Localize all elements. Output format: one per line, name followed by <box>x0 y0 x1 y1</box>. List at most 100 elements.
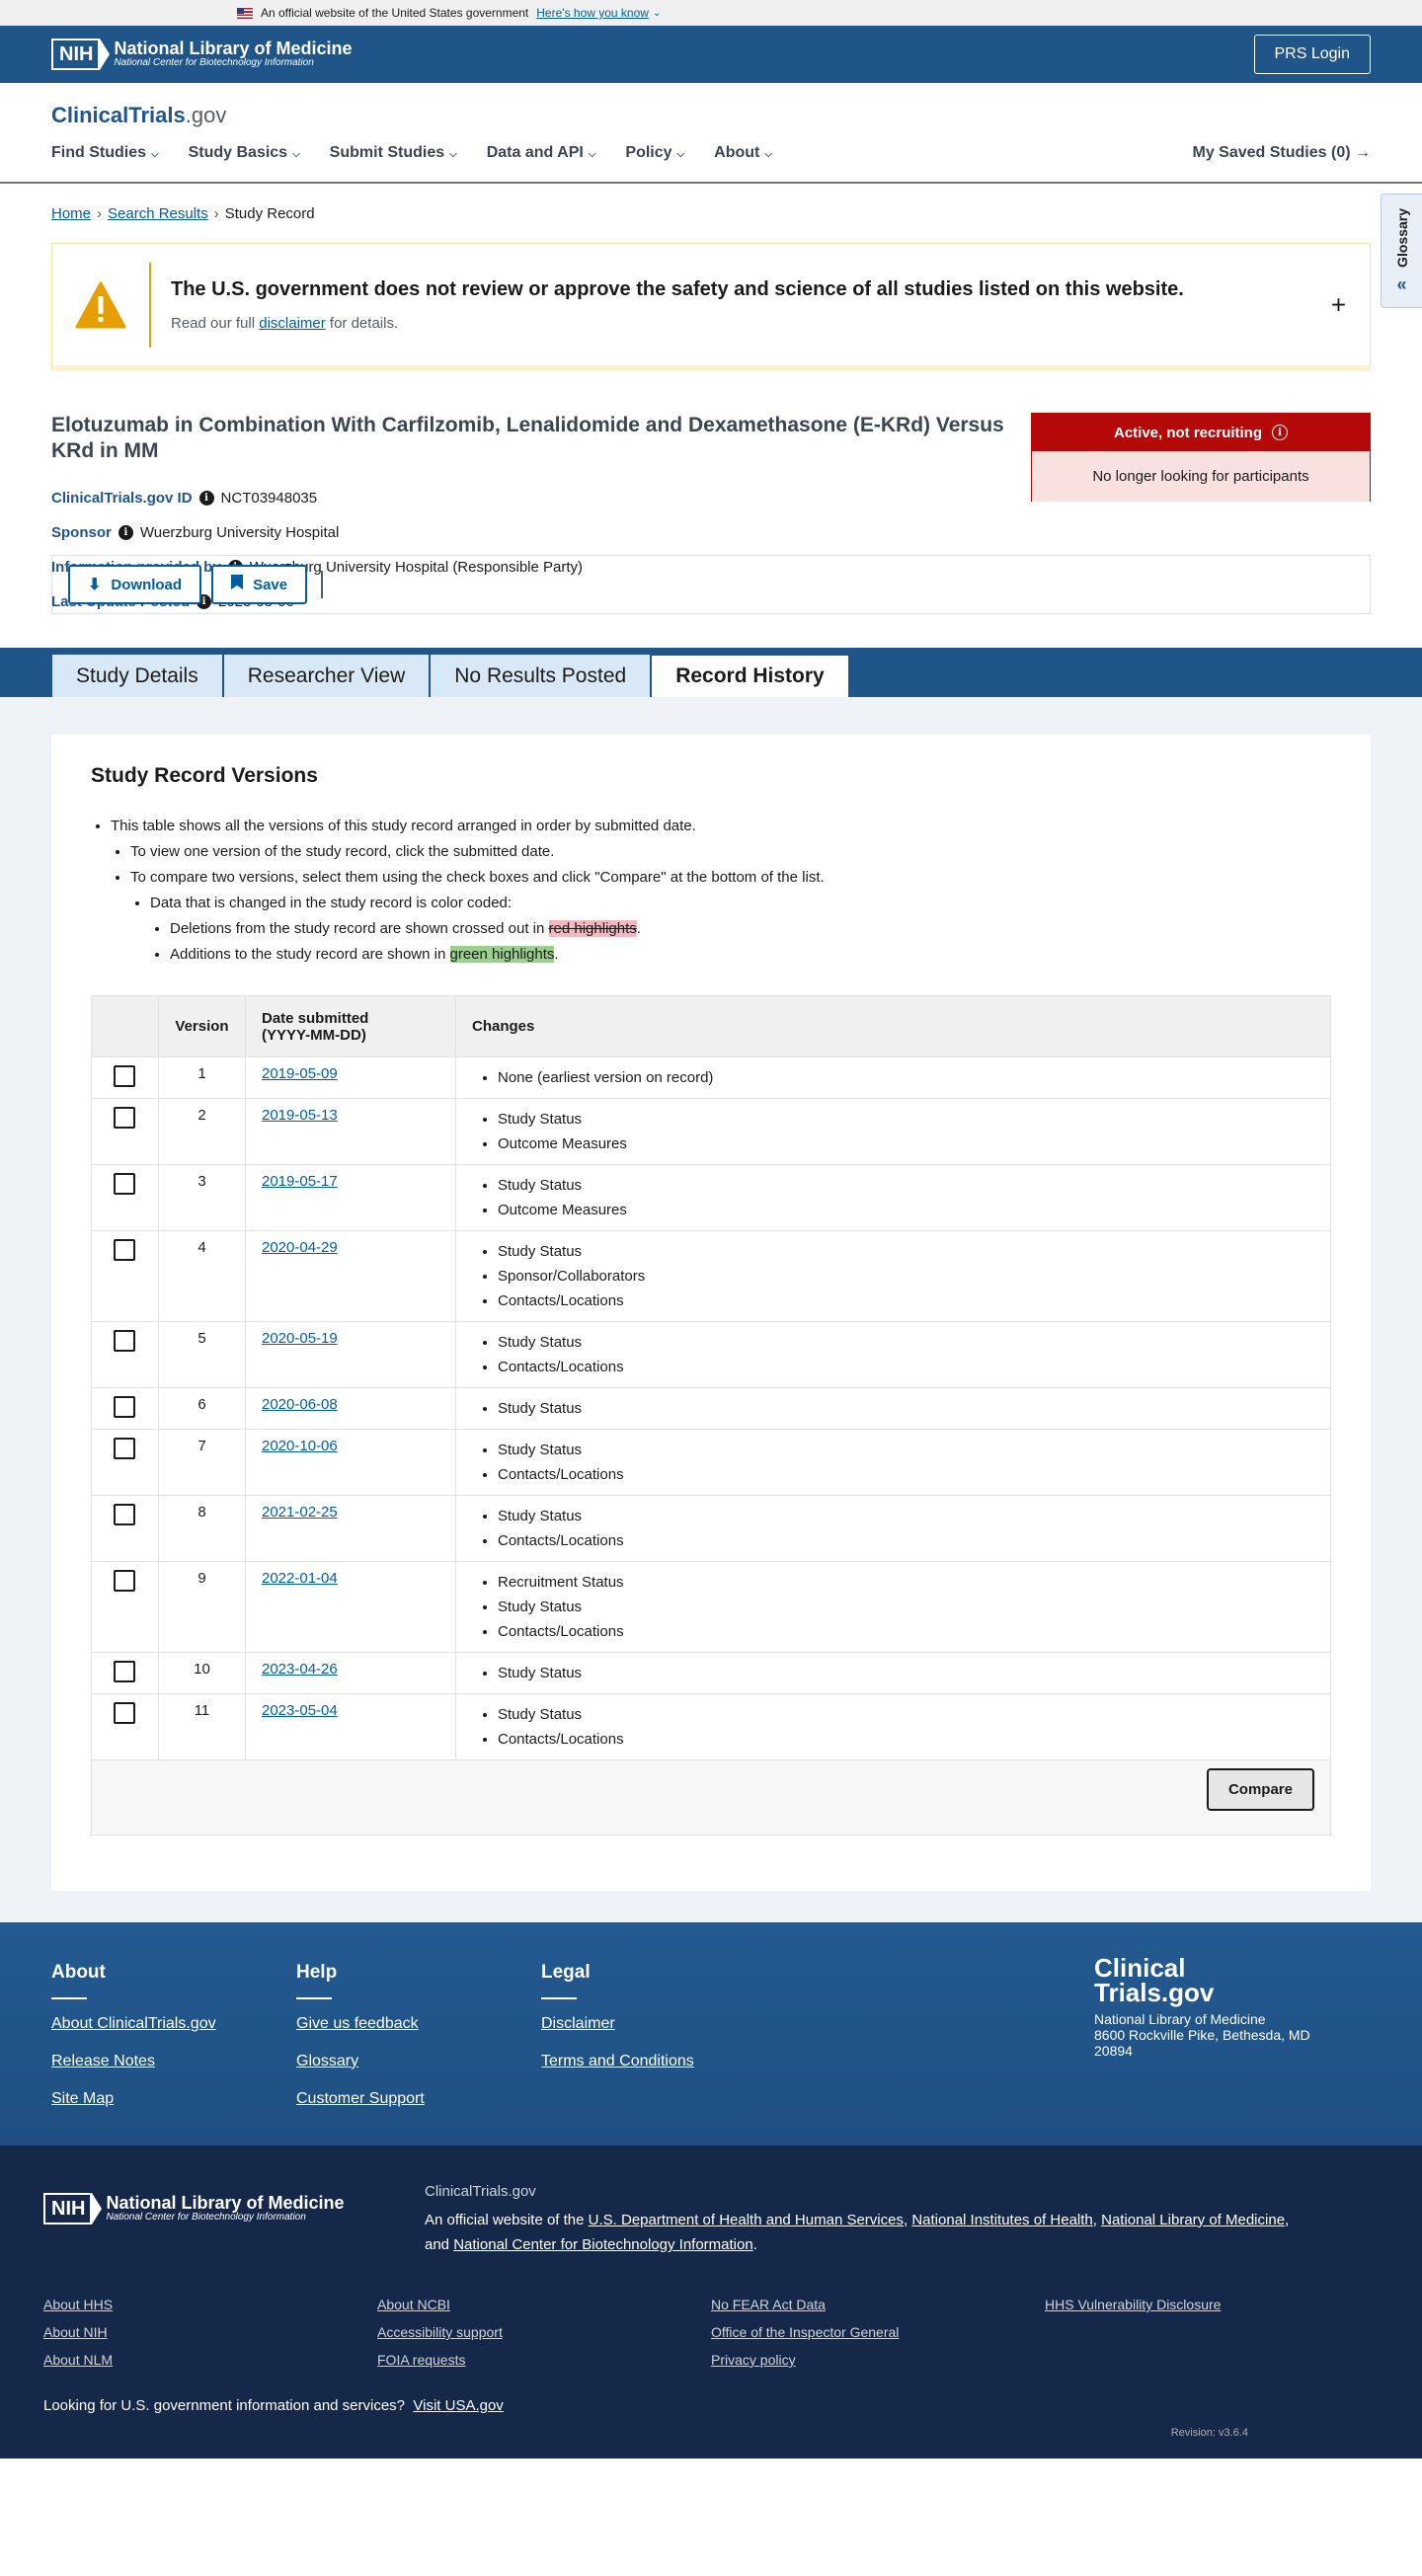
instruction-item: Additions to the study record are shown … <box>170 942 1331 968</box>
version-date-link[interactable]: 2020-04-29 <box>262 1239 338 1256</box>
table-row: 7 2020-10-06 Study StatusContacts/Location… <box>91 1429 1331 1496</box>
change-item: Study Status <box>498 1595 1314 1619</box>
tab-researcher-view[interactable]: Researcher View <box>222 654 431 697</box>
footer-link-site-map[interactable]: Site Map <box>51 2090 296 2108</box>
expand-plus-icon[interactable]: + <box>1331 289 1346 320</box>
version-date-link[interactable]: 2020-06-08 <box>262 1396 338 1413</box>
version-checkbox[interactable] <box>114 1065 135 1087</box>
table-row: 8 2021-02-25 Study StatusContacts/Location… <box>91 1495 1331 1562</box>
ncbi-subtitle: National Center for Biotechnology Inform… <box>114 57 314 68</box>
accessibility-link[interactable]: Accessibility support <box>377 2324 711 2340</box>
status-subtext: No longer looking for participants <box>1032 451 1370 502</box>
nav-data-and-api[interactable]: Data and API ⌵ <box>487 144 596 162</box>
version-date-link[interactable]: 2022-01-04 <box>262 1570 338 1587</box>
disclaimer-link[interactable]: disclaimer <box>259 315 326 332</box>
my-saved-studies-link[interactable]: My Saved Studies (0) → <box>1193 144 1372 162</box>
footer-link-terms[interactable]: Terms and Conditions <box>541 2053 786 2070</box>
save-button[interactable]: Save <box>211 565 308 604</box>
footer-official-text: An official website of the U.S. Departme… <box>425 2212 1290 2253</box>
info-icon[interactable]: i <box>198 491 214 506</box>
foia-link[interactable]: FOIA requests <box>377 2352 711 2368</box>
tab-no-results-posted[interactable]: No Results Posted <box>430 654 652 697</box>
instruction-item: This table shows all the versions of thi… <box>111 814 1331 968</box>
nih-link[interactable]: National Institutes of Health <box>911 2212 1092 2228</box>
version-date-link[interactable]: 2019-05-09 <box>262 1065 338 1082</box>
footer-link-feedback[interactable]: Give us feedback <box>296 2015 541 2033</box>
version-checkbox[interactable] <box>114 1570 135 1592</box>
clinicaltrials-logo[interactable]: ClinicalTrials.gov <box>51 83 1371 144</box>
logo-suffix: .gov <box>185 103 227 127</box>
nih-logo-box: NIH <box>43 2193 104 2225</box>
table-row: 10 2023-04-26 Study Status <box>91 1652 1331 1694</box>
nav-submit-studies[interactable]: Submit Studies ⌵ <box>330 144 457 162</box>
about-ncbi-link[interactable]: About NCBI <box>377 2297 711 2312</box>
version-date-link[interactable]: 2020-10-06 <box>262 1438 338 1454</box>
hhs-link[interactable]: U.S. Department of Health and Human Serv… <box>589 2212 904 2228</box>
gov-banner: An official website of the United States… <box>0 0 1422 26</box>
version-checkbox[interactable] <box>114 1396 135 1418</box>
breadcrumb-search-results[interactable]: Search Results <box>108 205 208 222</box>
about-nlm-link[interactable]: About NLM <box>43 2352 377 2368</box>
tab-study-details[interactable]: Study Details <box>51 654 223 697</box>
chevron-right-icon: › <box>213 205 219 222</box>
inspector-general-link[interactable]: Office of the Inspector General <box>711 2324 1045 2340</box>
changes-list: Recruitment StatusStudy StatusContacts/L… <box>472 1570 1314 1644</box>
info-icon[interactable]: i <box>118 525 133 540</box>
sponsor-row: Sponsor i Wuerzburg University Hospital <box>51 524 1019 541</box>
about-nih-link[interactable]: About NIH <box>43 2324 377 2340</box>
footer-about-col: About About ClinicalTrials.gov Release N… <box>51 1962 296 2146</box>
no-fear-link[interactable]: No FEAR Act Data <box>711 2297 1045 2312</box>
version-date-link[interactable]: 2023-05-04 <box>262 1702 338 1719</box>
nlm-link[interactable]: National Library of Medicine <box>1101 2212 1285 2228</box>
usa-gov-row: Looking for U.S. government information … <box>43 2397 504 2414</box>
version-checkbox[interactable] <box>114 1504 135 1525</box>
version-number: 8 <box>158 1495 246 1562</box>
nct-id-label: ClinicalTrials.gov ID <box>51 490 193 507</box>
info-icon[interactable]: i <box>1272 425 1289 440</box>
version-date-link[interactable]: 2021-02-25 <box>262 1504 338 1521</box>
about-hhs-link[interactable]: About HHS <box>43 2297 377 2312</box>
version-checkbox[interactable] <box>114 1173 135 1195</box>
footer-brand-line2: Trials.gov <box>1094 1978 1215 2007</box>
change-item: None (earliest version on record) <box>498 1065 1314 1090</box>
breadcrumb-home[interactable]: Home <box>51 205 91 222</box>
heres-how-you-know-link[interactable]: Here's how you know <box>536 6 649 20</box>
usa-gov-link[interactable]: Visit USA.gov <box>413 2397 503 2414</box>
prs-login-button[interactable]: PRS Login <box>1253 35 1371 74</box>
version-date-link[interactable]: 2019-05-17 <box>262 1173 338 1190</box>
version-date-link[interactable]: 2023-04-26 <box>262 1661 338 1678</box>
version-date-link[interactable]: 2020-05-19 <box>262 1330 338 1347</box>
version-checkbox[interactable] <box>114 1438 135 1459</box>
version-checkbox[interactable] <box>114 1330 135 1352</box>
nih-logo[interactable]: NIH National Library of Medicine Nationa… <box>51 39 353 70</box>
nav-study-basics[interactable]: Study Basics ⌵ <box>189 144 300 162</box>
nav-find-studies[interactable]: Find Studies ⌵ <box>51 144 159 162</box>
instruction-item: To compare two versions, select them usi… <box>130 865 1331 968</box>
chevron-down-icon: ⌵ <box>676 149 685 160</box>
change-item: Study Status <box>498 1330 1314 1355</box>
compare-button[interactable]: Compare <box>1206 1768 1314 1811</box>
vulnerability-link[interactable]: HHS Vulnerability Disclosure <box>1045 2297 1379 2312</box>
ncbi-link[interactable]: National Center for Biotechnology Inform… <box>453 2236 753 2253</box>
privacy-link[interactable]: Privacy policy <box>711 2352 1045 2368</box>
footer-link-release-notes[interactable]: Release Notes <box>51 2053 296 2070</box>
nav-about[interactable]: About ⌵ <box>714 144 772 162</box>
footer-link-about-ct[interactable]: About ClinicalTrials.gov <box>51 2015 296 2033</box>
glossary-tab[interactable]: Glossary « <box>1381 194 1422 308</box>
version-date-link[interactable]: 2019-05-13 <box>262 1107 338 1124</box>
nav-policy[interactable]: Policy ⌵ <box>625 144 684 162</box>
version-number: 4 <box>158 1230 246 1322</box>
version-checkbox[interactable] <box>114 1107 135 1129</box>
header-version: Version <box>158 995 246 1057</box>
version-checkbox[interactable] <box>114 1702 135 1724</box>
table-row: 4 2020-04-29 Study StatusSponsor/Collabora… <box>91 1230 1331 1322</box>
alert-title: The U.S. government does not review or a… <box>171 277 1184 300</box>
version-checkbox[interactable] <box>114 1661 135 1682</box>
footer-link-support[interactable]: Customer Support <box>296 2090 541 2108</box>
version-checkbox[interactable] <box>114 1239 135 1261</box>
footer-nih-logo[interactable]: NIH National Library of Medicine Nationa… <box>43 2183 425 2228</box>
footer-link-disclaimer[interactable]: Disclaimer <box>541 2015 786 2033</box>
footer-link-glossary[interactable]: Glossary <box>296 2053 541 2070</box>
tab-record-history[interactable]: Record History <box>651 652 849 697</box>
download-button[interactable]: ⬇ Download <box>68 565 202 604</box>
